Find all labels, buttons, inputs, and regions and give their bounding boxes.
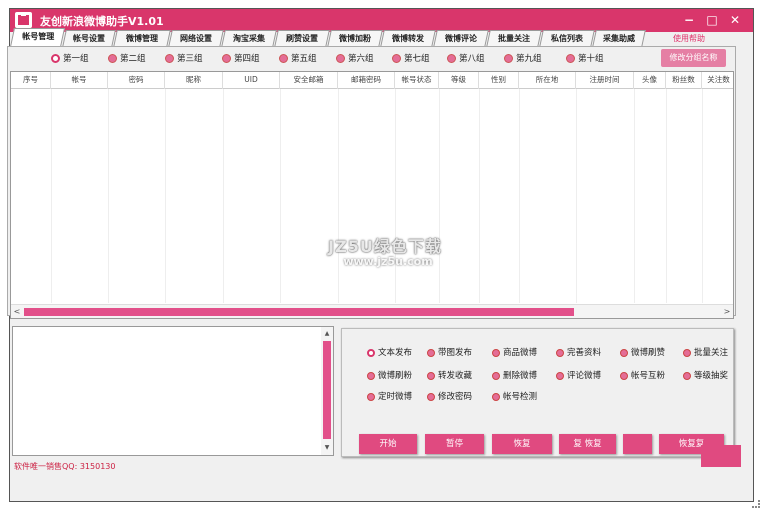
column-divider [519, 89, 520, 303]
col-header-password[interactable]: 密码 [108, 72, 165, 89]
radio-icon [683, 349, 691, 357]
col-header-uid[interactable]: UID [223, 72, 280, 89]
resume-button-2[interactable]: 复 恢复 [559, 434, 616, 454]
radio-icon [620, 349, 628, 357]
minimize-button[interactable]: − [680, 12, 698, 28]
tab-bulk-follow[interactable]: 批量关注 [486, 30, 542, 47]
scroll-left-icon[interactable]: < [11, 305, 23, 318]
table-header: 序号 帐号 密码 昵称 UID 安全邮箱 邮箱密码 帐号状态 等级 性别 所在地… [11, 72, 733, 89]
radio-icon [165, 54, 174, 63]
col-header-email-password[interactable]: 邮箱密码 [338, 72, 395, 89]
column-divider [576, 89, 577, 303]
column-divider [108, 89, 109, 303]
radio-icon [447, 54, 456, 63]
start-button[interactable]: 开始 [359, 434, 417, 454]
radio-icon [492, 372, 500, 380]
col-header-location[interactable]: 所在地 [519, 72, 576, 89]
col-header-register-time[interactable]: 注册时间 [576, 72, 634, 89]
column-divider [338, 89, 339, 303]
column-divider [479, 89, 480, 303]
col-header-level[interactable]: 等级 [439, 72, 479, 89]
column-divider [439, 89, 440, 303]
function-options-panel: 文本发布 带图发布 商品微博 完善资料 微博刷赞 批量关注 微博刷粉 转发收藏 … [341, 328, 734, 457]
vertical-scroll-thumb[interactable] [323, 341, 331, 439]
radio-selected-icon [51, 54, 60, 63]
maximize-button[interactable]: □ [703, 12, 721, 28]
tab-like-settings[interactable]: 刷赞设置 [274, 30, 330, 47]
radio-icon [222, 54, 231, 63]
col-header-avatar[interactable]: 头像 [634, 72, 666, 89]
col-header-index[interactable]: 序号 [11, 72, 51, 89]
horizontal-scrollbar[interactable]: < > [11, 304, 733, 318]
pause-button[interactable]: 暂停 [425, 434, 484, 454]
resume-button[interactable]: 恢复 [492, 434, 552, 454]
column-divider [51, 89, 52, 303]
column-divider [165, 89, 166, 303]
col-header-following[interactable]: 关注数 [702, 72, 733, 89]
col-header-fans[interactable]: 粉丝数 [666, 72, 702, 89]
corner-block [701, 445, 741, 467]
tab-weibo-fans[interactable]: 微博加粉 [327, 30, 383, 47]
column-divider [280, 89, 281, 303]
radio-icon [336, 54, 345, 63]
scroll-down-icon[interactable]: ▼ [321, 441, 333, 455]
column-divider [395, 89, 396, 303]
vertical-scrollbar[interactable]: ▲ ▼ [321, 327, 333, 455]
app-icon [15, 12, 32, 28]
tab-private-messages[interactable]: 私信列表 [539, 30, 595, 47]
radio-icon [427, 372, 435, 380]
radio-icon [279, 54, 288, 63]
radio-icon [108, 54, 117, 63]
window-title: 友创新浪微博助手V1.01 [40, 15, 164, 28]
radio-icon [427, 393, 435, 401]
column-divider [702, 89, 703, 303]
watermark-text: JZ5U绿色下载 [328, 237, 442, 256]
radio-icon [620, 372, 628, 380]
column-divider [223, 89, 224, 303]
horizontal-scroll-thumb[interactable] [24, 308, 574, 316]
radio-icon [566, 54, 575, 63]
column-divider [666, 89, 667, 303]
radio-icon [367, 393, 375, 401]
tab-account-settings[interactable]: 帐号设置 [62, 30, 116, 47]
col-header-security-email[interactable]: 安全邮箱 [280, 72, 338, 89]
col-header-account[interactable]: 帐号 [51, 72, 108, 89]
watermark-url: www.jz5u.com [343, 255, 433, 268]
tab-weibo-management[interactable]: 微博管理 [113, 30, 171, 47]
radio-icon [392, 54, 401, 63]
rename-group-button[interactable]: 修改分组名称 [661, 49, 726, 67]
account-table[interactable]: 序号 帐号 密码 昵称 UID 安全邮箱 邮箱密码 帐号状态 等级 性别 所在地… [10, 71, 734, 319]
resize-grip-icon[interactable] [752, 500, 760, 508]
log-output-box[interactable]: ▲ ▼ [12, 326, 334, 456]
radio-icon [492, 393, 500, 401]
radio-icon [556, 349, 564, 357]
col-header-account-status[interactable]: 帐号状态 [395, 72, 439, 89]
col-header-gender[interactable]: 性别 [479, 72, 519, 89]
radio-selected-icon [367, 349, 375, 357]
radio-icon [427, 349, 435, 357]
scroll-right-icon[interactable]: > [721, 305, 733, 318]
tab-weibo-forward[interactable]: 微博转发 [380, 30, 436, 47]
help-link[interactable]: 使用帮助 [673, 33, 705, 44]
sales-contact-text: 软件唯一销售QQ: 3150130 [14, 462, 116, 471]
title-bar[interactable]: 友创新浪微博助手V1.01 − □ ✕ [10, 9, 753, 32]
blank-action-button[interactable] [623, 434, 652, 454]
radio-icon [683, 372, 691, 380]
radio-icon [504, 54, 513, 63]
tab-taobao-collect[interactable]: 淘宝采集 [221, 30, 277, 47]
tab-weibo-comment[interactable]: 微博评论 [433, 30, 489, 47]
radio-icon [367, 372, 375, 380]
close-button[interactable]: ✕ [726, 12, 744, 28]
tab-collect-support[interactable]: 采集助威 [592, 30, 646, 47]
col-header-nickname[interactable]: 昵称 [165, 72, 223, 89]
radio-icon [556, 372, 564, 380]
column-divider [634, 89, 635, 303]
radio-icon [492, 349, 500, 357]
tab-account-management[interactable]: 帐号管理 [9, 28, 66, 47]
tab-network-settings[interactable]: 网络设置 [168, 30, 224, 47]
scroll-up-icon[interactable]: ▲ [321, 327, 333, 341]
